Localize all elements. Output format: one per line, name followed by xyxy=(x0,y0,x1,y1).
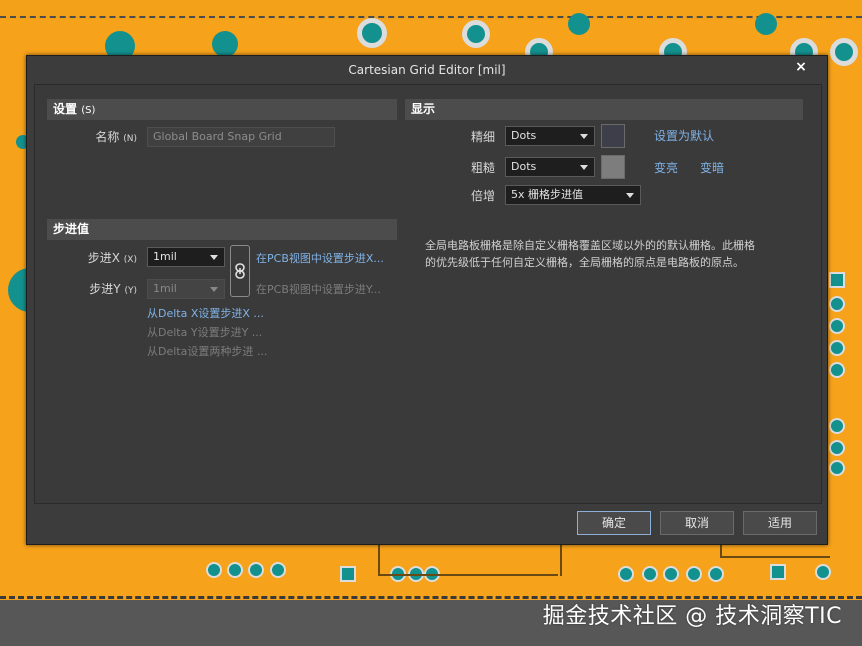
step-x-label: 步进X (X) xyxy=(87,251,137,265)
chain-link-icon xyxy=(235,263,245,279)
board-outline-top xyxy=(0,16,862,18)
settings-section-header: 设置 (S) xyxy=(47,99,397,120)
square-pad xyxy=(829,418,845,434)
set-step-x-in-pcb-link[interactable]: 在PCB视图中设置步进X... xyxy=(256,250,398,266)
via-pad xyxy=(755,13,777,35)
via-pad xyxy=(830,38,858,66)
grid-editor-dialog: Cartesian Grid Editor [mil] × 设置 (S) 名称 … xyxy=(26,55,828,545)
apply-button[interactable]: 适用 xyxy=(743,511,817,535)
coarse-label: 粗糙 xyxy=(470,161,495,175)
grid-description: 全局电路板栅格是除自定义栅格覆盖区域以外的的默认栅格。此栅格 的优先级低于任何自… xyxy=(425,239,755,269)
link-xy-button[interactable] xyxy=(230,245,250,297)
trace xyxy=(720,556,830,558)
trace xyxy=(560,544,562,576)
darker-link[interactable]: 变暗 xyxy=(700,159,724,176)
ok-button[interactable]: 确定 xyxy=(577,511,651,535)
coarse-color-swatch[interactable] xyxy=(601,155,625,179)
square-pad xyxy=(642,566,658,582)
via-pad xyxy=(212,31,238,57)
fine-color-swatch[interactable] xyxy=(601,124,625,148)
square-pad xyxy=(829,440,845,456)
fine-style-dropdown[interactable]: Dots xyxy=(505,126,595,146)
multiplier-label: 倍增 xyxy=(470,189,495,203)
chevron-down-icon xyxy=(210,255,218,260)
square-pad xyxy=(708,566,724,582)
chevron-down-icon xyxy=(210,287,218,292)
step-y-dropdown: 1mil xyxy=(147,279,225,299)
square-pad xyxy=(206,562,222,578)
close-icon: × xyxy=(795,59,807,75)
display-section-header: 显示 xyxy=(405,99,803,120)
watermark: 掘金技术社区 @ 技术洞察TIC xyxy=(542,604,842,629)
square-pad xyxy=(686,566,702,582)
square-pad xyxy=(829,460,845,476)
both-steps-from-delta-link: 从Delta设置两种步进 ... xyxy=(147,345,268,358)
step-y-from-delta-link: 从Delta Y设置步进Y ... xyxy=(147,326,263,339)
square-pad xyxy=(340,566,356,582)
square-pad xyxy=(829,318,845,334)
name-label: 名称 (N) xyxy=(95,130,137,144)
set-default-link[interactable]: 设置为默认 xyxy=(654,127,714,144)
step-y-label: 步进Y (Y) xyxy=(89,282,137,296)
chevron-down-icon xyxy=(580,165,588,170)
chevron-down-icon xyxy=(626,193,634,198)
dialog-title: Cartesian Grid Editor [mil] xyxy=(348,63,506,77)
trace xyxy=(378,544,380,574)
title-bar[interactable]: Cartesian Grid Editor [mil] × xyxy=(27,56,827,84)
square-pad xyxy=(829,272,845,288)
square-pad xyxy=(248,562,264,578)
square-pad xyxy=(663,566,679,582)
via-pad xyxy=(568,13,590,35)
fine-label: 精细 xyxy=(470,130,495,144)
set-step-y-in-pcb-link: 在PCB视图中设置步进Y... xyxy=(256,283,381,296)
square-pad xyxy=(829,362,845,378)
lighter-link[interactable]: 变亮 xyxy=(654,159,678,176)
square-pad xyxy=(829,296,845,312)
trace xyxy=(378,574,558,576)
multiplier-dropdown[interactable]: 5x 栅格步进值 xyxy=(505,185,641,205)
square-pad xyxy=(815,564,831,580)
coarse-style-dropdown[interactable]: Dots xyxy=(505,157,595,177)
square-pad xyxy=(227,562,243,578)
cancel-button[interactable]: 取消 xyxy=(660,511,734,535)
dialog-body: 设置 (S) 名称 (N) Global Board Snap Grid 步进值… xyxy=(34,84,822,504)
step-x-from-delta-link[interactable]: 从Delta X设置步进X ... xyxy=(147,305,264,321)
square-pad xyxy=(618,566,634,582)
step-x-dropdown[interactable]: 1mil xyxy=(147,247,225,267)
chevron-down-icon xyxy=(580,134,588,139)
square-pad xyxy=(829,340,845,356)
name-field[interactable]: Global Board Snap Grid xyxy=(147,127,335,147)
square-pad xyxy=(770,564,786,580)
via-pad xyxy=(357,18,387,48)
close-button[interactable]: × xyxy=(793,59,809,77)
via-pad xyxy=(462,20,490,48)
square-pad xyxy=(270,562,286,578)
step-section-header: 步进值 xyxy=(47,219,397,240)
